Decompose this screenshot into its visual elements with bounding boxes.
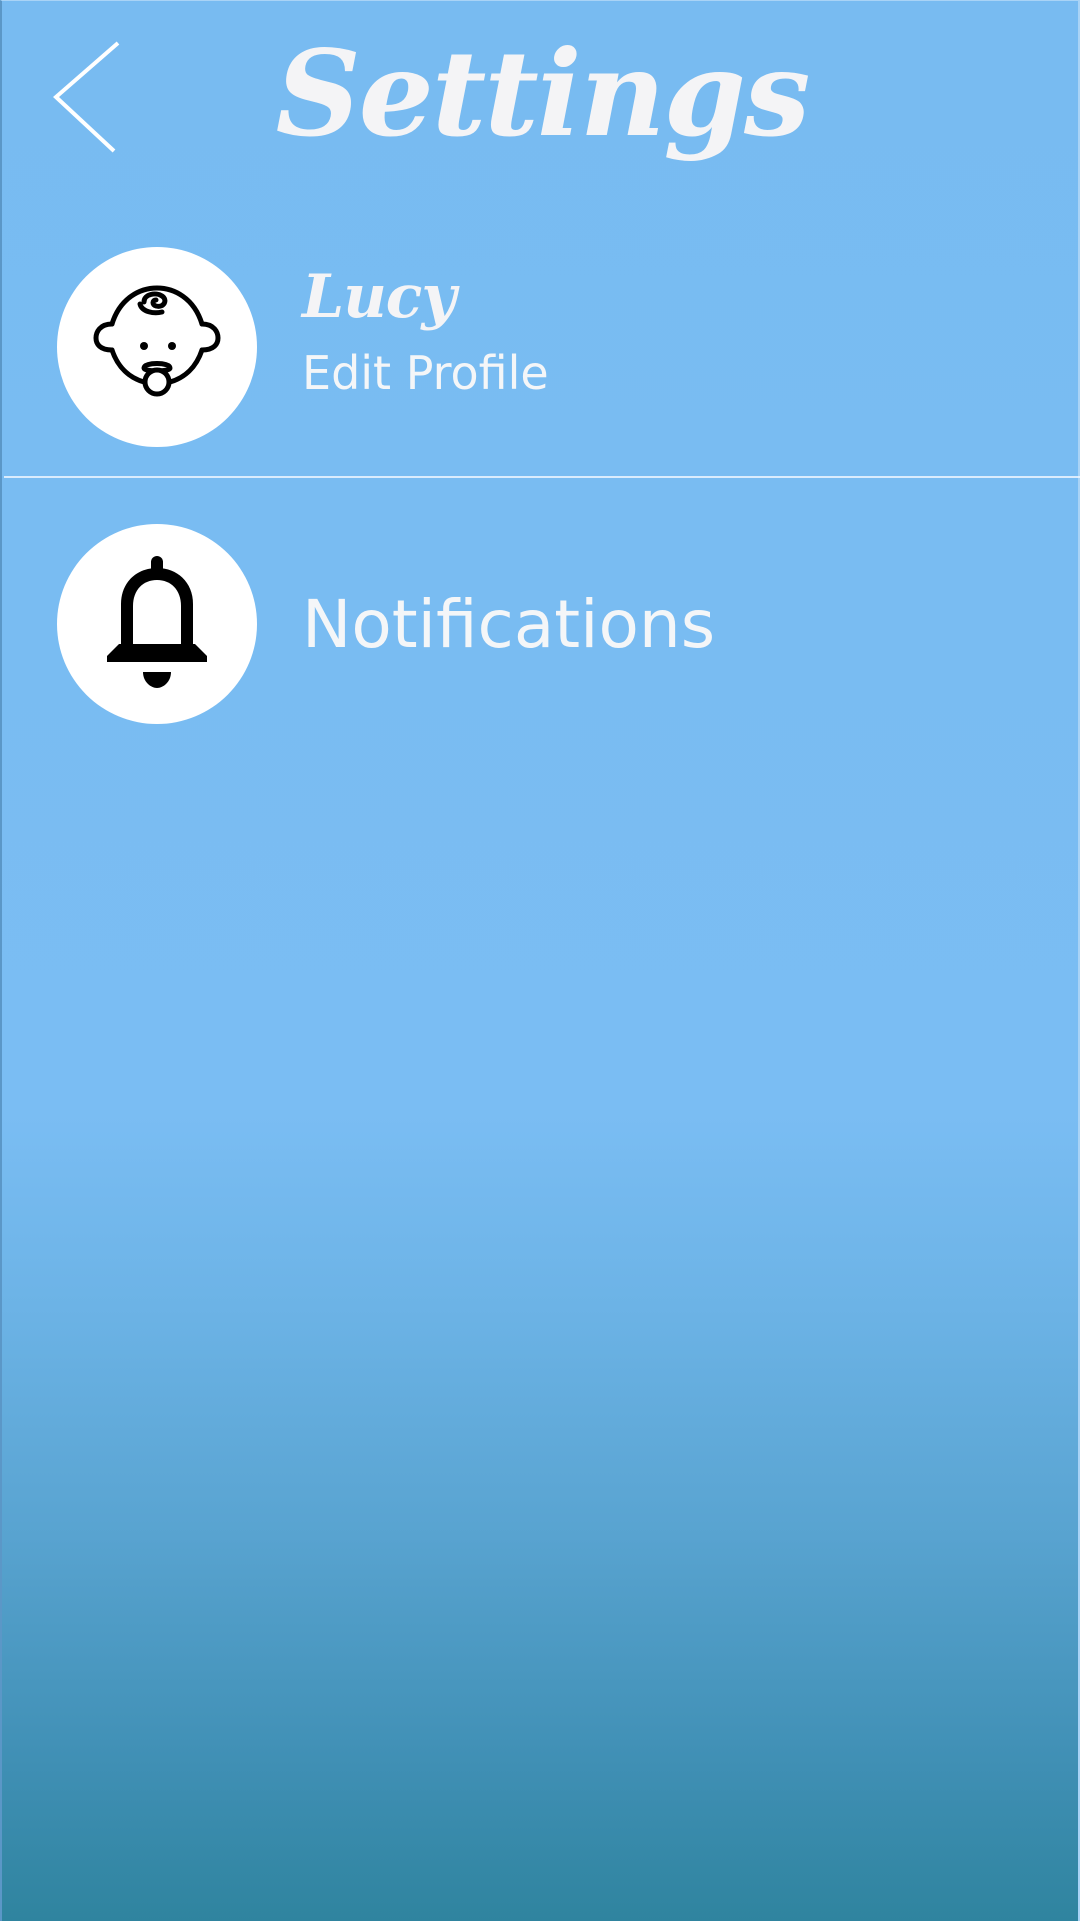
edit-profile-label[interactable]: Edit Profile: [302, 343, 549, 403]
bell-icon: [107, 556, 207, 688]
settings-screen: Settings Lucy Edit Profile Notifications: [0, 0, 1080, 1921]
header: Settings: [2, 1, 1080, 191]
baby-face-icon: [93, 285, 221, 397]
divider: [4, 476, 1080, 478]
profile-name: Lucy: [302, 262, 456, 332]
page-title: Settings: [275, 24, 811, 163]
notifications-icon-circle: [57, 524, 257, 724]
avatar: [57, 247, 257, 447]
edit-profile-row[interactable]: Lucy Edit Profile: [2, 241, 1080, 477]
notifications-row[interactable]: Notifications: [2, 521, 1080, 731]
notifications-label: Notifications: [302, 586, 716, 663]
